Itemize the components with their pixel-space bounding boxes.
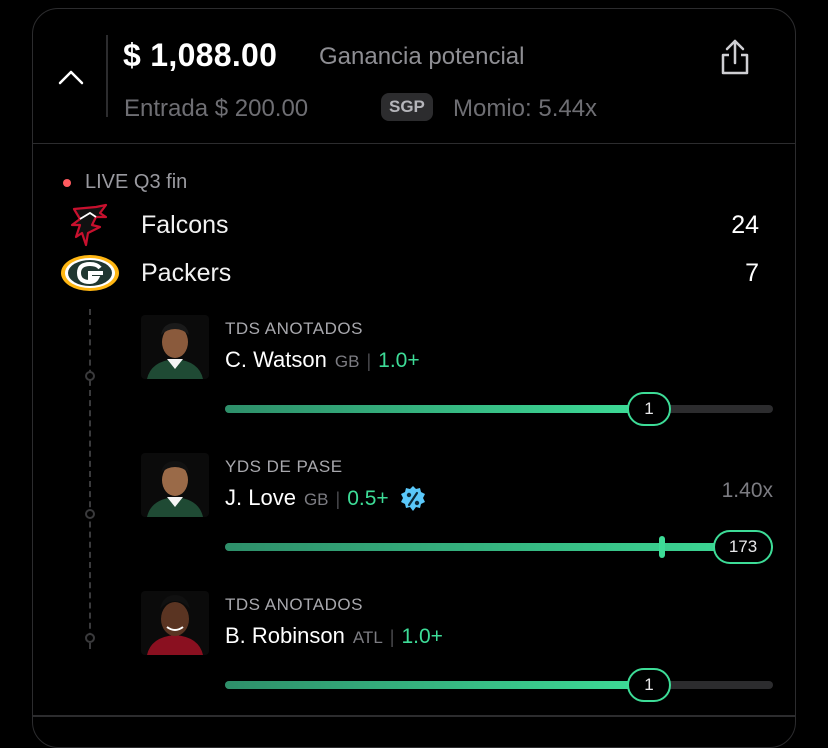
leg-target: 0.5+	[347, 487, 389, 510]
team-row-packers: Packers 7	[59, 253, 759, 293]
progress-track: 173	[225, 530, 773, 564]
collapse-button[interactable]	[53, 59, 89, 95]
leg-target: 1.0+	[401, 625, 443, 648]
progress-value: 1	[627, 392, 671, 426]
timeline-node	[85, 633, 95, 643]
separator: |	[389, 627, 395, 647]
stake-amount: Entrada $ 200.00	[124, 95, 309, 122]
target-marker	[659, 536, 665, 558]
team-score: 24	[731, 211, 759, 239]
player-avatar	[141, 591, 209, 655]
parlay-leg[interactable]: TDS ANOTADOS B. Robinson ATL | 1.0+ 1	[141, 591, 781, 711]
team-name: Falcons	[141, 211, 229, 239]
player-team: ATL	[352, 628, 383, 647]
live-dot-icon	[63, 178, 71, 187]
leg-selection: J. Love GB | 0.5+	[225, 485, 427, 513]
leg-selection: C. Watson GB | 1.0+	[225, 347, 420, 373]
team-row-falcons: Falcons 24	[59, 203, 759, 247]
team-name: Packers	[141, 259, 232, 287]
potential-payout: $ 1,088.00	[123, 37, 278, 73]
player-team: GB	[303, 490, 329, 509]
sgp-badge: SGP	[381, 93, 433, 121]
bet-header: $ 1,088.00 Ganancia potencial Entrada $ …	[33, 9, 795, 144]
timeline-node	[85, 371, 95, 381]
boost-icon	[400, 486, 425, 511]
player-avatar	[141, 315, 209, 379]
separator: |	[366, 351, 372, 371]
payout-label: Ganancia potencial	[319, 43, 525, 70]
player-name: C. Watson	[225, 347, 327, 372]
player-avatar	[141, 453, 209, 517]
leg-market: TDS ANOTADOS	[225, 595, 363, 614]
progress-track: 1	[225, 392, 773, 426]
chevron-up-icon	[58, 70, 84, 85]
leg-target: 1.0+	[378, 349, 420, 372]
packers-logo	[59, 253, 121, 293]
leg-market: TDS ANOTADOS	[225, 319, 363, 338]
bet-card: $ 1,088.00 Ganancia potencial Entrada $ …	[32, 8, 796, 748]
progress-track: 1	[225, 668, 773, 702]
leg-market: YDS DE PASE	[225, 457, 343, 476]
leg-multiplier: 1.40x	[721, 479, 773, 502]
player-name: J. Love	[225, 485, 296, 510]
live-status-text: LIVE Q3 fin	[85, 171, 188, 193]
live-status: LIVE Q3 fin	[63, 171, 187, 194]
section-divider	[33, 715, 795, 717]
progress-fill	[225, 405, 645, 413]
share-icon	[721, 39, 749, 75]
leg-selection: B. Robinson ATL | 1.0+	[225, 623, 443, 649]
header-divider	[106, 35, 108, 117]
player-name: B. Robinson	[225, 623, 345, 648]
parlay-leg[interactable]: YDS DE PASE J. Love GB | 0.5+ 1.40x 173	[141, 453, 781, 573]
team-score: 7	[745, 259, 759, 287]
separator: |	[335, 489, 341, 509]
progress-fill	[225, 543, 773, 551]
player-team: GB	[334, 352, 360, 371]
progress-value: 173	[713, 530, 773, 564]
legs-timeline	[89, 309, 91, 649]
timeline-node	[85, 509, 95, 519]
share-button[interactable]	[717, 37, 753, 77]
odds-value: Momio: 5.44x	[453, 95, 598, 122]
progress-fill	[225, 681, 645, 689]
parlay-leg[interactable]: TDS ANOTADOS C. Watson GB | 1.0+ 1	[141, 315, 781, 435]
progress-value: 1	[627, 668, 671, 702]
falcons-logo	[59, 203, 121, 247]
